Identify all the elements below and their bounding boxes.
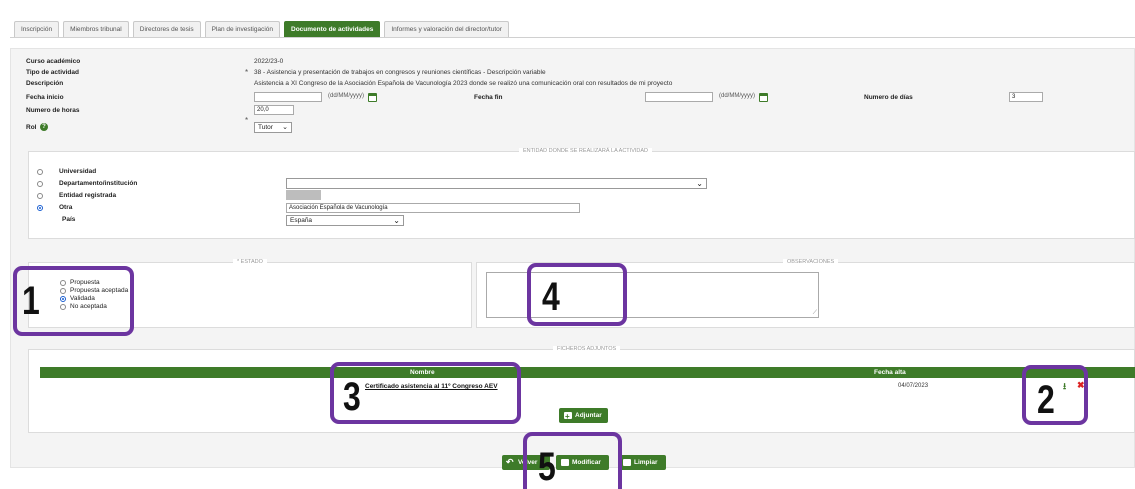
- tab-inscripcion[interactable]: Inscripción: [14, 21, 60, 37]
- calendar-icon[interactable]: [368, 93, 377, 102]
- callout-number: 4: [542, 275, 560, 319]
- tab-documento-actividades[interactable]: Documento de actividades: [284, 21, 381, 37]
- disabled-field: [286, 190, 321, 200]
- entidad-option-departamento[interactable]: Departamento/institución: [37, 180, 137, 187]
- radio-universidad[interactable]: [37, 168, 43, 175]
- help-icon[interactable]: ?: [40, 123, 48, 131]
- entidad-legend: ENTIDAD DONDE SE REALIZARÁ LA ACTIVIDAD: [519, 148, 653, 154]
- tab-bar: Inscripción Miembros tribunal Directores…: [14, 21, 509, 37]
- radio-otra[interactable]: [37, 204, 43, 211]
- pais-label: País: [62, 216, 76, 223]
- fecha-inicio-label: Fecha inicio: [26, 94, 64, 101]
- entidad-option-entidad-registrada[interactable]: Entidad registrada: [37, 192, 116, 199]
- fecha-fin-label: Fecha fin: [474, 94, 503, 101]
- plus-icon: [564, 409, 572, 424]
- tipo-value: 38 - Asistencia y presentación de trabaj…: [254, 69, 546, 76]
- fichero-fecha: 04/07/2023: [898, 383, 929, 389]
- numero-dias-label: Numero de días: [864, 94, 913, 101]
- entidad-option-label: Entidad registrada: [59, 192, 117, 199]
- entidad-option-otra[interactable]: Otra: [37, 204, 72, 211]
- entidad-option-universidad[interactable]: Universidad: [37, 168, 96, 175]
- entidad-option-label: Universidad: [59, 168, 97, 175]
- tab-miembros-tribunal[interactable]: Miembros tribunal: [63, 21, 129, 37]
- tab-informes-valoracion[interactable]: Informes y valoración del director/tutor: [384, 21, 509, 37]
- otra-entidad-input[interactable]: Asociación Española de Vacunología: [286, 203, 580, 213]
- tab-divider: [10, 37, 1135, 38]
- resize-grip-icon[interactable]: ⟋: [813, 310, 817, 317]
- entidad-option-label: Departamento/institución: [59, 180, 138, 187]
- ficheros-legend: FICHEROS ADJUNTOS: [553, 346, 621, 352]
- required-mark: *: [245, 68, 249, 77]
- pais-select[interactable]: España ⌄: [286, 215, 404, 226]
- descripcion-label: Descripción: [26, 80, 64, 87]
- required-mark: *: [245, 116, 249, 125]
- callout-number: 1: [22, 279, 40, 323]
- curso-value: 2022/23-0: [254, 58, 284, 65]
- numero-horas-label: Numero de horas: [26, 107, 80, 114]
- chevron-down-icon: ⌄: [393, 216, 400, 225]
- fecha-fin-format-hint: (dd/MM/yyyy): [719, 93, 755, 99]
- entidad-option-label: Otra: [59, 204, 73, 211]
- numero-horas-input[interactable]: 20,0: [254, 105, 294, 115]
- fecha-inicio-input[interactable]: [254, 92, 322, 102]
- curso-label: Curso académico: [26, 58, 81, 65]
- callout-number: 3: [343, 375, 361, 419]
- tipo-label: Tipo de actividad: [26, 69, 79, 76]
- rol-select-value: Tutor: [258, 124, 273, 131]
- tab-directores-tesis[interactable]: Directores de tesis: [132, 21, 201, 37]
- calendar-icon[interactable]: [759, 93, 768, 102]
- eraser-icon: [623, 459, 631, 466]
- callout-number: 2: [1037, 378, 1055, 422]
- adjuntar-button[interactable]: Adjuntar: [559, 408, 608, 424]
- pais-select-value: España: [290, 217, 313, 224]
- fecha-fin-input[interactable]: [645, 92, 713, 102]
- fecha-inicio-format-hint: (dd/MM/yyyy): [328, 93, 364, 99]
- radio-departamento[interactable]: [37, 180, 43, 187]
- rol-select[interactable]: Tutor ⌄: [254, 122, 292, 133]
- radio-entidad-registrada[interactable]: [37, 192, 43, 199]
- ficheros-table-header: Nombre Fecha alta: [40, 367, 1135, 378]
- chevron-down-icon: ⌄: [696, 179, 703, 188]
- rol-label: Rol: [26, 124, 37, 131]
- limpiar-button[interactable]: Limpiar: [618, 455, 666, 470]
- entidad-select[interactable]: ⌄: [286, 178, 707, 189]
- estado-legend: * ESTADO: [233, 259, 267, 265]
- observaciones-legend: OBSERVACIONES: [783, 259, 839, 265]
- entidad-fieldset: ENTIDAD DONDE SE REALIZARÁ LA ACTIVIDAD: [28, 148, 1135, 239]
- chevron-down-icon: ⌄: [282, 124, 288, 131]
- col-fecha-header: Fecha alta: [874, 369, 906, 376]
- adjuntar-label: Adjuntar: [575, 412, 602, 419]
- callout-box-file-actions: [1022, 365, 1088, 425]
- numero-dias-input[interactable]: 3: [1009, 92, 1043, 102]
- descripcion-value: Asistencia a XI Congreso de la Asociació…: [254, 80, 673, 87]
- tab-plan-investigacion[interactable]: Plan de investigación: [204, 21, 281, 37]
- back-arrow-icon: [506, 455, 515, 470]
- callout-number: 5: [538, 445, 556, 489]
- limpiar-label: Limpiar: [634, 459, 658, 466]
